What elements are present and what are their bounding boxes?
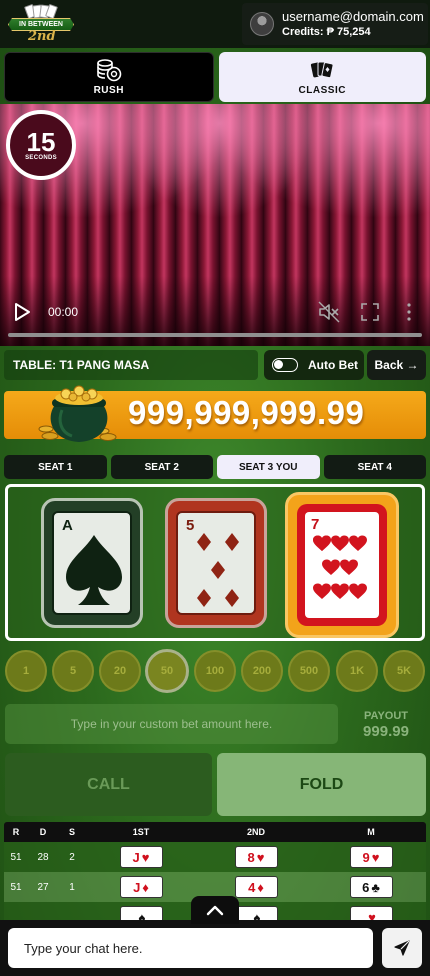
chip-1[interactable]: 1 (5, 650, 47, 692)
col-1st: 1ST (132, 827, 150, 837)
chip-20[interactable]: 20 (99, 650, 141, 692)
col-m: M (367, 827, 375, 837)
chat-expand-button[interactable] (191, 896, 239, 924)
tab-rush[interactable]: RUSH (4, 52, 214, 102)
tab-classic-label: CLASSIC (298, 85, 346, 96)
jackpot-amount: 999,999,999.99 (128, 394, 365, 431)
mute-icon[interactable] (318, 301, 340, 323)
cell-s: 1 (69, 881, 75, 893)
payout-value: 999.99 (363, 723, 409, 740)
cell-r: 51 (10, 881, 22, 893)
second-card: 5 (165, 498, 267, 628)
chip-50[interactable]: 50 (145, 649, 189, 693)
cards-icon (310, 58, 334, 82)
seat-tabs: SEAT 1 SEAT 2 SEAT 3 YOU SEAT 4 (4, 455, 426, 479)
col-2nd: 2ND (246, 827, 265, 837)
tab-classic[interactable]: CLASSIC (218, 52, 426, 102)
second-card-rank: 5 (186, 517, 195, 534)
col-r: R (12, 827, 20, 837)
mini-card: 4 ♦ (234, 876, 278, 898)
tab-seat-3[interactable]: SEAT 3 YOU (217, 455, 320, 479)
mini-card: 9 ♥ (349, 846, 393, 868)
countdown-timer: 15 SECONDS (6, 110, 76, 180)
diamond-icon (197, 533, 239, 607)
top-header: IN BETWEEN 2nd username@domain.com Credi… (0, 0, 430, 48)
in-between-logo[interactable]: IN BETWEEN 2nd (8, 3, 74, 44)
chip-5k[interactable]: 5K (383, 650, 425, 692)
col-s: S (68, 827, 75, 837)
tab-seat-4[interactable]: SEAT 4 (323, 455, 426, 479)
cell-d: 28 (37, 851, 49, 863)
cell-r: 51 (10, 851, 22, 863)
payout-label: PAYOUT (363, 710, 408, 722)
dealt-cards-panel: A 5 7 (5, 484, 425, 641)
spade-icon (66, 535, 122, 605)
user-account-box[interactable]: username@domain.com Credits: ₱ 75,254 (242, 3, 428, 45)
countdown-unit: SECONDS (25, 155, 57, 161)
cell-d: 27 (37, 881, 49, 893)
auto-bet-label: Auto Bet (308, 358, 358, 372)
pot-of-gold-icon (38, 382, 120, 446)
video-progress-bar[interactable] (8, 333, 422, 337)
cell-s: 2 (69, 851, 75, 863)
bet-chips: 1 5 20 50 100 200 500 1K 5K (5, 649, 427, 694)
send-icon (394, 940, 410, 956)
first-card: A (41, 498, 143, 628)
chip-200[interactable]: 200 (241, 650, 283, 692)
video-controls: 00:00 (0, 296, 430, 330)
mini-card: J ♥ (119, 846, 163, 868)
custom-bet-input[interactable] (5, 704, 338, 744)
third-card: 7 (285, 492, 399, 638)
mini-card: 6 ♣ (349, 876, 393, 898)
video-time: 00:00 (48, 305, 79, 319)
tab-seat-2[interactable]: SEAT 2 (110, 455, 213, 479)
col-d: D (39, 827, 47, 837)
username: username@domain.com (282, 9, 424, 24)
fullscreen-icon[interactable] (360, 302, 380, 322)
fold-button[interactable]: FOLD (217, 753, 426, 816)
chevron-up-icon (206, 905, 224, 916)
credits-balance: Credits: ₱ 75,254 (282, 26, 371, 38)
logo-script: 2nd (28, 29, 56, 44)
table-name: TABLE: T1 PANG MASA (4, 350, 258, 380)
back-button[interactable]: Back → (367, 350, 426, 380)
payout-display: PAYOUT 999.99 (348, 710, 424, 740)
third-card-rank: 7 (311, 516, 320, 533)
auto-bet-toggle[interactable]: Auto Bet (264, 350, 364, 380)
send-button[interactable] (382, 928, 422, 968)
table-info-bar: TABLE: T1 PANG MASA Auto Bet Back → (4, 350, 426, 380)
tab-seat-1[interactable]: SEAT 1 (4, 455, 107, 479)
mini-card: J ♦ (119, 876, 163, 898)
tab-rush-label: RUSH (93, 85, 124, 96)
table-row: 51 28 2 J ♥ 8 ♥ 9 ♥ (4, 842, 426, 872)
chip-100[interactable]: 100 (194, 650, 236, 692)
mini-card: 8 ♥ (234, 846, 278, 868)
avatar (250, 12, 274, 36)
first-card-rank: A (62, 517, 73, 534)
play-icon[interactable] (12, 302, 32, 322)
chat-input[interactable] (8, 928, 373, 968)
mode-tabs: RUSH CLASSIC (4, 52, 426, 102)
countdown-value: 15 (26, 127, 56, 157)
history-header: R D S 1ST 2ND M (4, 822, 426, 842)
chip-5[interactable]: 5 (52, 650, 94, 692)
call-button[interactable]: CALL (5, 753, 212, 816)
chips-icon (96, 58, 122, 82)
chip-500[interactable]: 500 (288, 650, 330, 692)
toggle-switch[interactable] (272, 358, 298, 372)
more-options-icon[interactable] (402, 301, 416, 323)
heart-icon (313, 535, 367, 599)
chip-1k[interactable]: 1K (336, 650, 378, 692)
